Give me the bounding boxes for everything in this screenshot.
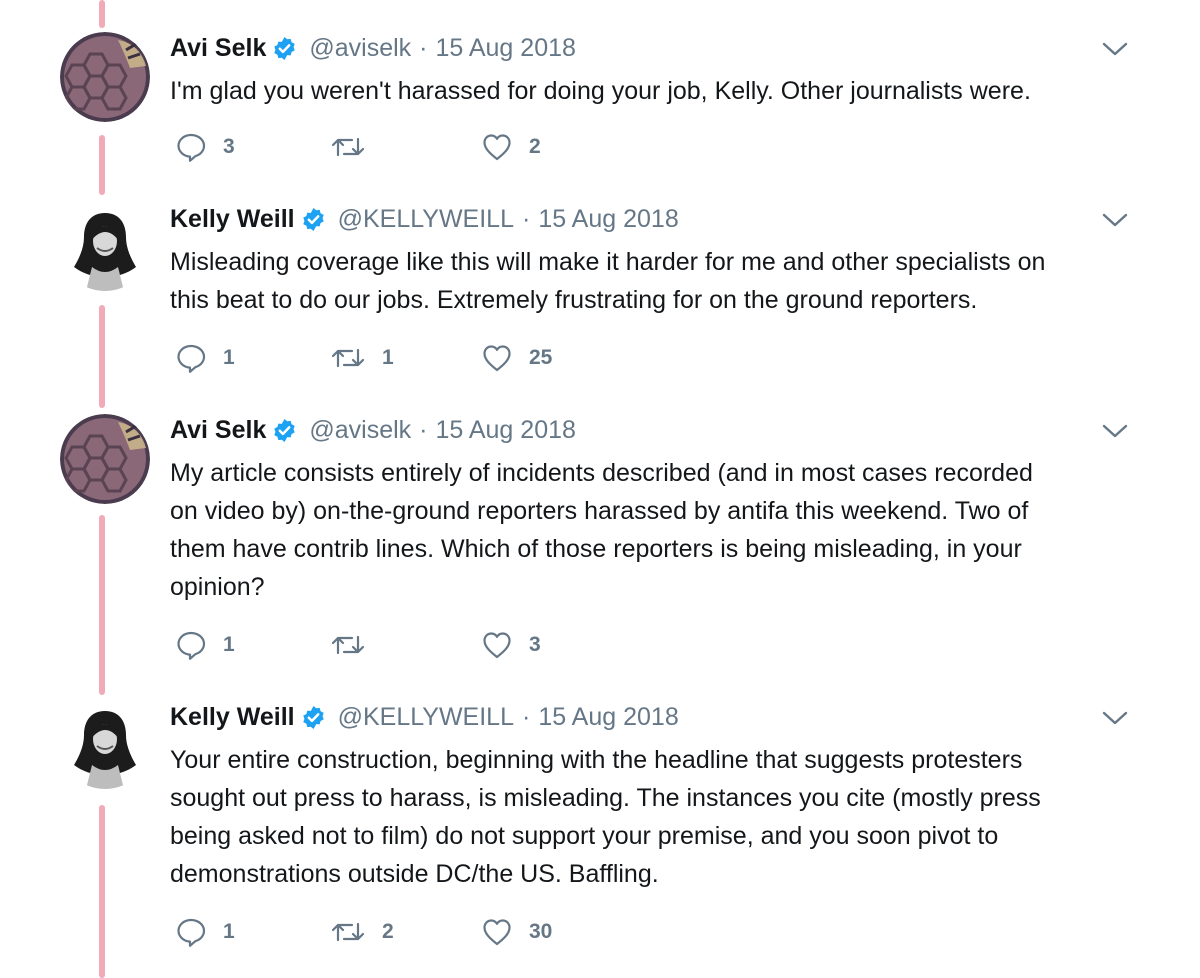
tweet-text-line: opinion? (170, 573, 265, 601)
chevron-down-icon[interactable] (1100, 38, 1130, 60)
author-handle[interactable]: @KELLYWEILL (338, 703, 514, 732)
chevron-down-icon[interactable] (1100, 209, 1130, 231)
like-button[interactable]: 30 (481, 914, 552, 950)
like-count: 30 (529, 920, 553, 943)
tweet-text-line: I'm glad you weren't harassed for doing … (170, 77, 1031, 105)
tweet-text: Your entire construction, beginning with… (170, 741, 1130, 893)
like-button[interactable]: 2 (481, 129, 541, 165)
reply-button[interactable]: 3 (175, 129, 235, 165)
author-name[interactable]: Kelly Weill (170, 205, 295, 234)
thread-line (99, 0, 105, 28)
retweet-icon (330, 131, 366, 163)
retweet-icon (330, 916, 366, 948)
heart-icon (481, 342, 513, 374)
tweet-header: Avi Selk @aviselk · 15 Aug 2018 (170, 28, 576, 68)
tweet-text-line: Your entire construction, beginning with… (170, 746, 1023, 774)
tweet-text: I'm glad you weren't harassed for doing … (170, 72, 1130, 110)
reply-count: 1 (223, 920, 235, 943)
author-name[interactable]: Avi Selk (170, 416, 266, 445)
tweet-header: Avi Selk @aviselk · 15 Aug 2018 (170, 410, 576, 450)
tweet-text-line: My article consists entirely of incident… (170, 459, 1033, 487)
tweet-actions: 1 3 (175, 627, 775, 663)
like-button[interactable]: 25 (481, 340, 552, 376)
tweet-text-line: sought out press to harass, is misleadin… (170, 784, 1041, 812)
separator: · (419, 33, 428, 62)
tweet[interactable]: Kelly Weill @KELLYWEILL · 15 Aug 2018 Mi… (0, 199, 1200, 399)
author-handle[interactable]: @aviselk (309, 34, 411, 63)
tweet-actions: 1 1 25 (175, 340, 775, 376)
reply-icon (175, 131, 207, 163)
avatar[interactable] (60, 32, 150, 122)
author-name[interactable]: Avi Selk (170, 34, 266, 63)
author-name[interactable]: Kelly Weill (170, 703, 295, 732)
chevron-down-icon[interactable] (1100, 707, 1130, 729)
reply-count: 1 (223, 346, 235, 369)
tweet-text-line: this beat to do our jobs. Extremely frus… (170, 286, 978, 314)
tweet-text-line: them have contrib lines. Which of those … (170, 535, 1022, 563)
tweet[interactable]: Kelly Weill @KELLYWEILL · 15 Aug 2018 Yo… (0, 697, 1200, 978)
author-handle[interactable]: @aviselk (309, 416, 411, 445)
author-handle[interactable]: @KELLYWEILL (338, 205, 514, 234)
reply-icon (175, 629, 207, 661)
retweet-icon (330, 342, 366, 374)
retweet-button[interactable] (330, 129, 382, 165)
like-count: 2 (529, 135, 541, 158)
tweet-date[interactable]: 15 Aug 2018 (538, 205, 678, 234)
avatar[interactable] (60, 699, 150, 789)
tweet-text: My article consists entirely of incident… (170, 454, 1130, 606)
tweet-header: Kelly Weill @KELLYWEILL · 15 Aug 2018 (170, 199, 679, 239)
separator: · (521, 702, 531, 731)
avatar[interactable] (60, 414, 150, 504)
tweet-text-line: Misleading coverage like this will make … (170, 248, 1046, 276)
tweet-text: Misleading coverage like this will make … (170, 243, 1130, 319)
tweet-date[interactable]: 15 Aug 2018 (435, 416, 575, 445)
reply-button[interactable]: 1 (175, 914, 235, 950)
reply-count: 3 (223, 135, 235, 158)
heart-icon (481, 916, 513, 948)
retweet-button[interactable]: 1 (330, 340, 394, 376)
heart-icon (481, 629, 513, 661)
separator: · (419, 415, 428, 444)
avatar[interactable] (60, 201, 150, 291)
tweet[interactable]: Avi Selk @aviselk · 15 Aug 2018 I'm glad… (0, 28, 1200, 168)
tweet-text-line: demonstrations outside DC/the US. Baffli… (170, 860, 659, 888)
heart-icon (481, 131, 513, 163)
verified-badge-icon (272, 418, 297, 443)
retweet-button[interactable] (330, 627, 382, 663)
verified-badge-icon (301, 705, 326, 730)
like-count: 3 (529, 633, 541, 656)
like-button[interactable]: 3 (481, 627, 541, 663)
verified-badge-icon (272, 36, 297, 61)
like-count: 25 (529, 346, 553, 369)
tweet-header: Kelly Weill @KELLYWEILL · 15 Aug 2018 (170, 697, 679, 737)
tweet-text-line: being asked not to film) do not support … (170, 822, 999, 850)
retweet-count: 2 (382, 920, 394, 943)
tweet-date[interactable]: 15 Aug 2018 (538, 703, 678, 732)
reply-icon (175, 916, 207, 948)
reply-count: 1 (223, 633, 235, 656)
reply-button[interactable]: 1 (175, 627, 235, 663)
retweet-count: 1 (382, 346, 394, 369)
retweet-button[interactable]: 2 (330, 914, 394, 950)
reply-button[interactable]: 1 (175, 340, 235, 376)
tweet[interactable]: Avi Selk @aviselk · 15 Aug 2018 My artic… (0, 410, 1200, 690)
tweet-date[interactable]: 15 Aug 2018 (435, 34, 575, 63)
reply-icon (175, 342, 207, 374)
separator: · (521, 204, 531, 233)
chevron-down-icon[interactable] (1100, 420, 1130, 442)
tweet-actions: 1 2 30 (175, 914, 775, 950)
verified-badge-icon (301, 207, 326, 232)
retweet-icon (330, 629, 366, 661)
tweet-text-line: on video by) on-the-ground reporters har… (170, 497, 1029, 525)
tweet-actions: 3 2 (175, 129, 775, 165)
